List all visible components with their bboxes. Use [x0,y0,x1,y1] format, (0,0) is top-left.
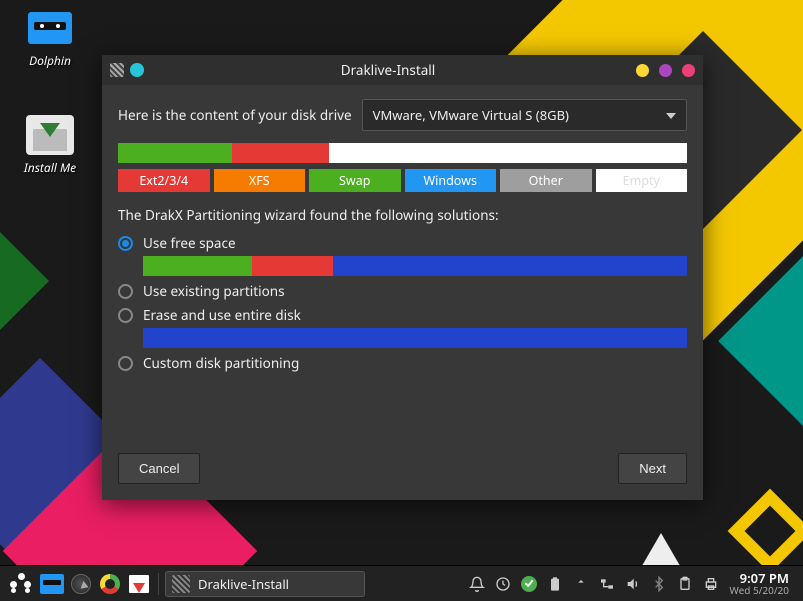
minimize-button[interactable] [636,64,649,77]
radio-icon[interactable] [118,284,133,299]
maximize-button[interactable] [659,64,672,77]
legend-xfs: XFS [214,169,306,192]
pinned-konqueror[interactable] [68,571,94,597]
system-tray [466,571,722,597]
pinned-welcome[interactable] [97,571,123,597]
pinned-mail[interactable] [126,571,152,597]
legend-swap: Swap [309,169,401,192]
option-label: Use free space [143,234,236,252]
option-erase-disk[interactable]: Erase and use entire disk [118,306,687,348]
desktop-icon-label: Install Me [14,159,86,176]
option-use-existing[interactable]: Use existing partitions [118,282,687,300]
option-use-free-space[interactable]: Use free space [118,234,687,276]
option-label: Erase and use entire disk [143,306,301,324]
printer-icon[interactable] [700,571,722,597]
option-label: Use existing partitions [143,282,285,300]
radio-icon[interactable] [118,236,133,251]
check-icon [521,576,537,592]
option-preview-bar [143,328,687,348]
dolphin-icon [26,8,74,48]
legend-empty: Empty [596,169,688,192]
mail-icon [129,575,149,593]
clock-date: Wed 5/20/20 [729,585,789,596]
drive-selected-value: VMware, VMware Virtual S (8GB) [373,106,569,124]
notifications-icon[interactable] [466,571,488,597]
next-button[interactable]: Next [618,453,687,484]
taskbar-clock[interactable]: 9:07 PM Wed 5/20/20 [725,571,797,596]
battery-icon[interactable] [544,571,566,597]
desktop-icon-dolphin[interactable]: Dolphin [14,8,86,69]
launcher-icon [10,573,32,595]
welcome-icon [100,574,120,594]
dolphin-icon [40,574,64,594]
option-custom[interactable]: Custom disk partitioning [118,354,687,372]
wizard-found-text: The DrakX Partitioning wizard found the … [118,206,687,224]
window-title: Draklive-Install [150,61,626,79]
pinned-dolphin[interactable] [39,571,65,597]
bluetooth-icon[interactable] [648,571,670,597]
window-icon [110,63,124,77]
radio-icon[interactable] [118,356,133,371]
install-icon [26,115,74,155]
desktop-icon-label: Dolphin [14,52,86,69]
titlebar[interactable]: Draklive-Install [102,55,703,85]
option-label: Custom disk partitioning [143,354,299,372]
tray-expand-icon[interactable] [570,571,592,597]
legend-windows: Windows [405,169,497,192]
legend-other: Other [500,169,592,192]
taskbar-app-label: Draklive-Install [198,575,289,593]
konqueror-icon [71,574,91,594]
clipboard-icon[interactable] [674,571,696,597]
close-button[interactable] [682,64,695,77]
menu-icon[interactable] [130,63,144,77]
drive-select[interactable]: VMware, VMware Virtual S (8GB) [362,99,687,131]
legend-ext: Ext2/3/4 [118,169,210,192]
app-launcher[interactable] [6,573,36,595]
radio-icon[interactable] [118,308,133,323]
desktop-icon-install[interactable]: Install Me [14,115,86,176]
cancel-button[interactable]: Cancel [118,453,200,484]
app-icon [172,575,190,593]
update-icon[interactable] [518,571,540,597]
volume-icon[interactable] [622,571,644,597]
installer-window: Draklive-Install Here is the content of … [102,55,703,500]
drive-label: Here is the content of your disk drive [118,106,352,124]
disk-usage-bar [118,143,687,163]
taskbar-app-draklive[interactable]: Draklive-Install [165,571,365,597]
partition-legend: Ext2/3/4 XFS Swap Windows Other Empty [118,169,687,192]
taskbar: Draklive-Install 9:07 PM Wed 5/20/20 [0,565,803,601]
network-icon[interactable] [596,571,618,597]
option-preview-bar [143,256,687,276]
klipper-icon[interactable] [492,571,514,597]
